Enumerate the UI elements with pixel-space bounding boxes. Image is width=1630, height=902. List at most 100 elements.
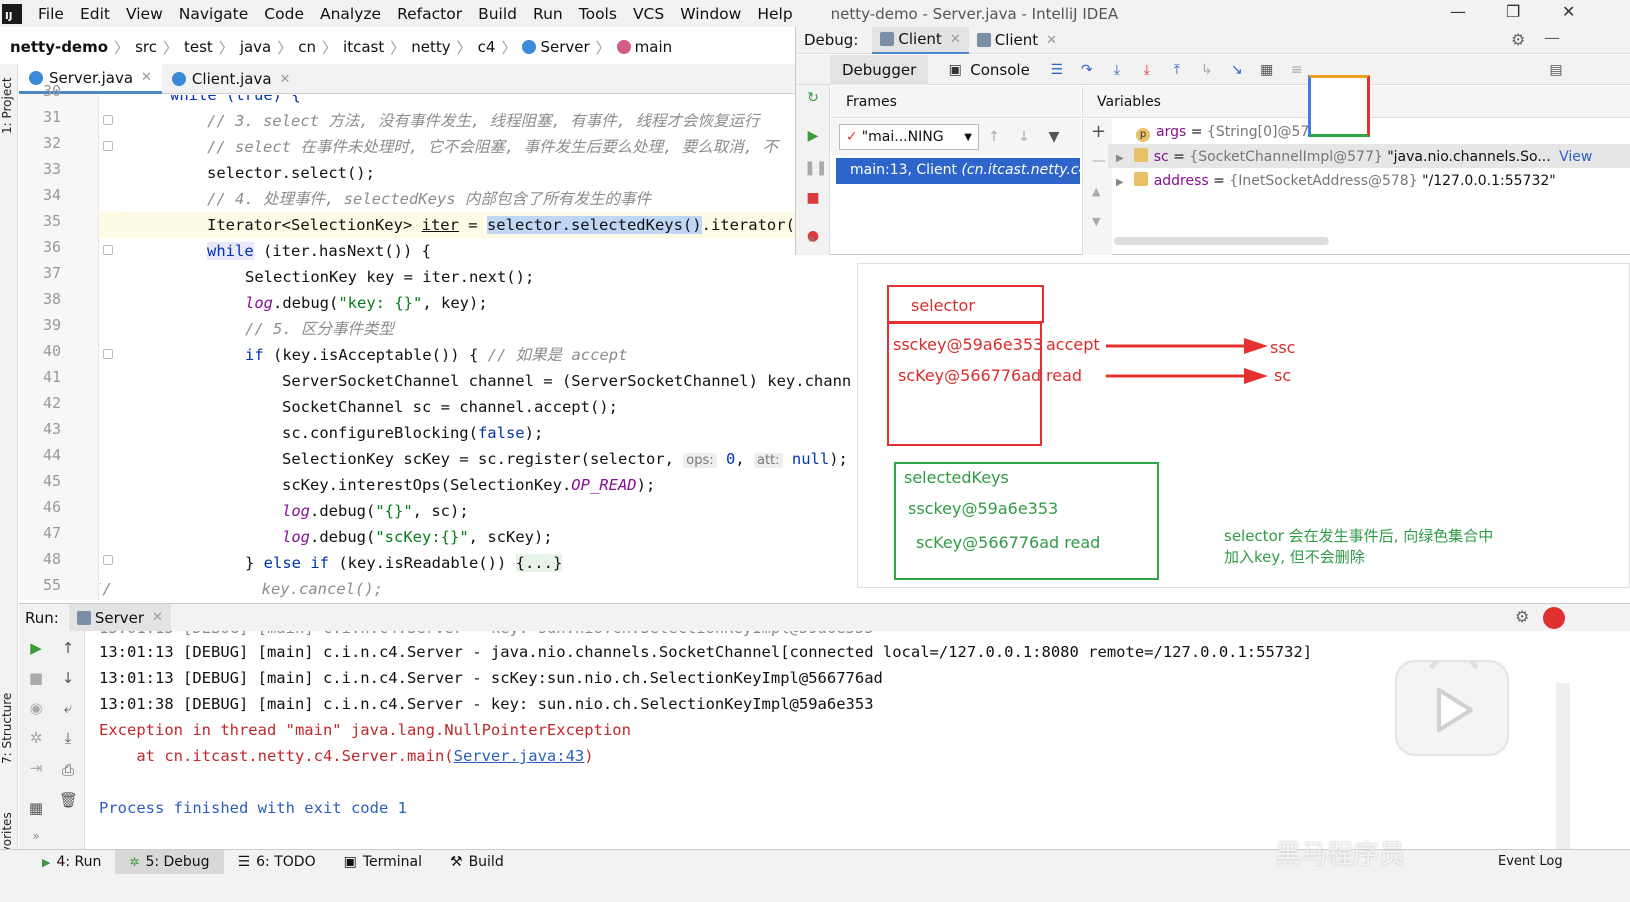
crumb-test[interactable]: test [180, 38, 217, 56]
method-icon [616, 40, 631, 54]
code-editor[interactable]: while (true) { // 3. select 方法, 没有事件发生, … [100, 95, 856, 600]
minimize-button[interactable]: — [1450, 2, 1466, 21]
tab-debug-client-2[interactable]: Client ✕ [969, 27, 1065, 54]
soft-wrap-icon[interactable]: ⤶ [59, 699, 77, 717]
scroll-down-icon[interactable]: ↓ [59, 669, 77, 687]
console-output[interactable]: 13:01:13 [DEBUG] [main] c.i.n.c4.Server … [86, 631, 1556, 849]
restore-layout-icon[interactable]: ▤ [1547, 61, 1565, 79]
frame-up-icon[interactable]: ↑ [985, 128, 1003, 146]
expand-arrow-icon[interactable]: ▶ [1116, 153, 1124, 164]
variable-row[interactable]: p args = {String[0]@579 [1136, 124, 1318, 142]
menu-code[interactable]: Code [256, 5, 312, 23]
step-into-icon[interactable]: ⤓ [1108, 61, 1126, 79]
close-tab-icon[interactable]: ✕ [1046, 33, 1057, 48]
frame-down-icon[interactable]: ↓ [1015, 128, 1033, 146]
close-window-button[interactable]: ✕ [1562, 2, 1575, 21]
camera-icon[interactable]: ◉ [27, 699, 45, 717]
settings-gear-icon[interactable]: ⚙ [1511, 30, 1525, 49]
menu-edit[interactable]: Edit [72, 5, 118, 23]
hide-panel-icon[interactable]: — [1544, 28, 1560, 47]
tab-debug-client-1[interactable]: Client ✕ [872, 26, 969, 54]
tab-client-java[interactable]: Client.java ✕ [162, 64, 301, 94]
expand-more-icon[interactable]: » [27, 827, 45, 845]
close-tab-icon[interactable]: ✕ [950, 32, 961, 47]
run-to-cursor-icon[interactable]: ↘ [1228, 61, 1246, 79]
add-watch-icon[interactable]: + [1091, 121, 1106, 142]
tab-run-server[interactable]: Server ✕ [68, 603, 171, 632]
crumb-java[interactable]: java [236, 38, 275, 56]
expand-arrow-icon[interactable]: ▶ [1116, 177, 1124, 188]
menu-build[interactable]: Build [470, 5, 525, 23]
menu-navigate[interactable]: Navigate [171, 5, 257, 23]
tab-debugger[interactable]: Debugger [830, 54, 929, 85]
menu-tools[interactable]: Tools [571, 5, 625, 23]
event-log-button[interactable]: Event Log [1498, 854, 1563, 869]
crumb-cn[interactable]: cn [294, 38, 320, 56]
menu-help[interactable]: Help [749, 5, 800, 23]
print-icon[interactable]: ⎙ [59, 761, 77, 779]
menu-vcs[interactable]: VCS [625, 5, 672, 23]
crumb-server[interactable]: Server [518, 38, 593, 56]
video-play-button[interactable] [1395, 654, 1509, 756]
view-link[interactable]: View [1559, 149, 1592, 165]
crumb-itcast[interactable]: itcast [339, 38, 388, 56]
tab-console[interactable]: ▣ Console [928, 55, 1042, 85]
scroll-to-end-icon[interactable]: ⤓ [59, 729, 77, 747]
tool-todo[interactable]: ☰ 6: TODO [224, 850, 330, 875]
menu-refactor[interactable]: Refactor [389, 5, 470, 23]
step-out-icon[interactable]: ⤒ [1168, 61, 1186, 79]
stacktrace-link[interactable]: Server.java:43 [454, 747, 585, 765]
move-up-icon[interactable]: ▲ [1092, 185, 1100, 198]
settings-icon[interactable]: ✲ [27, 729, 45, 747]
evaluate-icon[interactable]: ▦ [1258, 61, 1276, 79]
crumb-main[interactable]: main [613, 38, 676, 56]
variable-row[interactable]: ▶ sc = {SocketChannelImpl@577} "java.nio.… [1116, 148, 1592, 165]
frame-row-selected[interactable]: main:13, Client (cn.itcast.netty.c4) [836, 158, 1093, 184]
close-tab-icon[interactable]: ✕ [280, 72, 291, 87]
drop-frame-icon[interactable]: ↳ [1198, 61, 1216, 79]
exit-icon[interactable]: ⇥ [27, 759, 45, 777]
stop-icon[interactable]: ■ [27, 669, 45, 687]
layout-icon[interactable]: ☰ [1048, 61, 1066, 79]
vertical-scrollbar[interactable] [1556, 683, 1570, 849]
crumb-src[interactable]: src [131, 38, 161, 56]
menu-run[interactable]: Run [525, 5, 571, 23]
crumb-c4[interactable]: c4 [474, 38, 500, 56]
maximize-button[interactable]: ❐ [1506, 2, 1520, 21]
pause-icon[interactable]: ❚❚ [804, 159, 827, 177]
horizontal-scrollbar[interactable] [1114, 237, 1329, 245]
filter-icon[interactable]: ▼ [1045, 128, 1063, 146]
settings-gear-icon[interactable]: ⚙ [1515, 607, 1529, 626]
rerun-icon[interactable]: ▶ [27, 639, 45, 657]
thread-select[interactable]: ✓ "mai...NING ▼ [839, 124, 979, 150]
menu-view[interactable]: View [118, 5, 171, 23]
step-over-icon[interactable]: ↷ [1078, 61, 1096, 79]
record-icon[interactable] [1543, 607, 1565, 629]
crumb-project[interactable]: netty-demo [6, 38, 112, 56]
force-step-into-icon[interactable]: ⤓ [1138, 61, 1156, 79]
variable-row[interactable]: ▶ address = {InetSocketAddress@578} "/127… [1116, 172, 1556, 189]
stop-icon[interactable]: ■ [804, 189, 822, 207]
scroll-up-icon[interactable]: ↑ [59, 639, 77, 657]
close-tab-icon[interactable]: ✕ [152, 610, 163, 625]
close-tab-icon[interactable]: ✕ [141, 70, 152, 85]
folded-block[interactable]: {...} [515, 554, 563, 572]
rerun-icon[interactable]: ↻ [804, 89, 822, 107]
layout-icon[interactable]: ▦ [27, 799, 45, 817]
move-down-icon[interactable]: ▼ [1092, 215, 1100, 228]
crumb-netty[interactable]: netty [407, 38, 454, 56]
project-tool-button[interactable]: 1: Project [0, 77, 14, 134]
trash-icon[interactable]: 🗑 [59, 791, 78, 809]
tool-debug[interactable]: ✲ 5: Debug [115, 849, 224, 875]
trace-icon[interactable]: ≡ [1288, 61, 1306, 79]
expand-more-icon[interactable]: » [808, 232, 815, 246]
tool-terminal[interactable]: ▣ Terminal [330, 850, 436, 875]
menu-file[interactable]: File [30, 5, 72, 23]
remove-watch-icon[interactable]: — [1092, 153, 1106, 169]
resume-icon[interactable]: ▶ [804, 127, 822, 145]
structure-tool-button[interactable]: 7: Structure [0, 693, 14, 764]
tool-build[interactable]: ⚒ Build [436, 850, 518, 875]
menu-window[interactable]: Window [672, 5, 749, 23]
tool-run[interactable]: ▶ 4: Run [28, 850, 115, 875]
menu-analyze[interactable]: Analyze [312, 5, 389, 23]
